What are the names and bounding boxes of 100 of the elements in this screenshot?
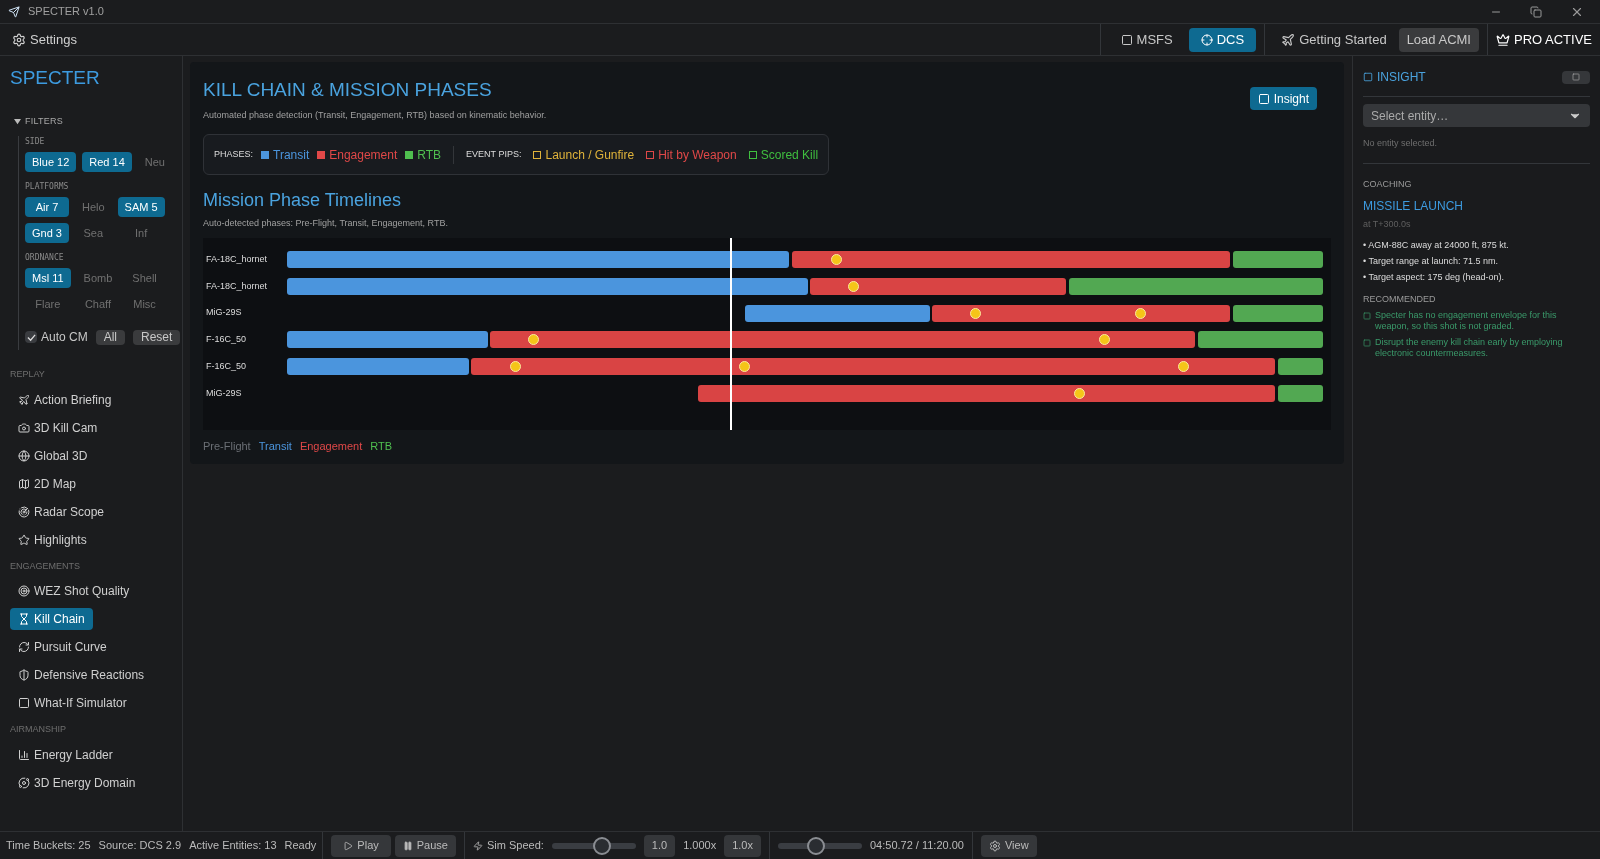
lightning-icon bbox=[472, 840, 483, 851]
filter-chip[interactable]: Helo bbox=[74, 197, 112, 217]
nav-item[interactable]: Energy Ladder bbox=[10, 743, 121, 766]
filter-chip[interactable]: Air 7 bbox=[25, 197, 69, 217]
legend-text: Engagement bbox=[329, 146, 398, 164]
orbit-icon bbox=[18, 776, 30, 789]
plane-icon bbox=[18, 393, 30, 406]
filter-chip[interactable]: Misc bbox=[125, 294, 164, 314]
pause-button[interactable]: Pause bbox=[394, 834, 456, 857]
crosshair-icon bbox=[1200, 33, 1213, 46]
phase-key-text: Transit bbox=[258, 438, 292, 454]
status-text: Time Buckets: 25 bbox=[6, 838, 91, 854]
nav-section-label: ENGAGEMENTS bbox=[10, 559, 81, 573]
event-pip bbox=[1098, 334, 1110, 346]
hourglass-icon bbox=[18, 613, 30, 625]
phase-key-text: Engagement bbox=[299, 438, 363, 454]
event-pip bbox=[848, 281, 860, 293]
legend-label: PHASES: bbox=[214, 147, 253, 161]
coaching-title: MISSILE LAUNCH bbox=[1363, 198, 1465, 215]
filter-chip[interactable]: Shell bbox=[125, 268, 164, 288]
section-title: Mission Phase Timelines bbox=[203, 189, 403, 212]
filter-chip[interactable]: Neu bbox=[137, 152, 172, 172]
nav-item[interactable]: What-If Simulator bbox=[10, 692, 135, 714]
legend-text: Hit by Weapon bbox=[658, 146, 737, 164]
reset-button[interactable]: Reset bbox=[133, 329, 181, 345]
filter-chip[interactable]: Chaff bbox=[76, 294, 120, 314]
insight-button[interactable]: Insight bbox=[1249, 87, 1317, 110]
filter-chip[interactable]: Sea bbox=[74, 223, 112, 243]
window-title: SPECTER v1.0 bbox=[28, 4, 104, 20]
nav-item[interactable]: Defensive Reactions bbox=[10, 664, 153, 686]
legend-text: RTB bbox=[417, 146, 442, 164]
all-button[interactable]: All bbox=[95, 329, 126, 345]
coaching-label: COACHING bbox=[1363, 177, 1413, 191]
sim-speed-label: Sim Speed: bbox=[472, 837, 544, 854]
status-text: Ready bbox=[284, 838, 317, 854]
globe-icon bbox=[18, 449, 30, 462]
nav-item[interactable]: WEZ Shot Quality bbox=[10, 580, 138, 602]
square-icon bbox=[1363, 312, 1371, 320]
view-button[interactable]: View bbox=[980, 834, 1037, 857]
slider-thumb[interactable] bbox=[806, 836, 825, 855]
nav-section-label: AIRMANSHIP bbox=[10, 723, 67, 736]
load-acmi-button[interactable]: Load ACMI bbox=[1398, 27, 1479, 52]
panel-toggle-button[interactable] bbox=[1562, 70, 1590, 84]
settings-icon bbox=[988, 839, 1001, 852]
event-pip bbox=[1135, 307, 1147, 319]
status-text: Source: DCS 2.9 bbox=[98, 838, 182, 854]
settings-button[interactable]: Settings bbox=[0, 29, 89, 50]
nav-item[interactable]: Highlights bbox=[10, 528, 95, 551]
pause-icon bbox=[402, 840, 413, 851]
coaching-bullet: • Target range at launch: 71.5 nm. bbox=[1363, 254, 1500, 268]
nav-section-label: REPLAY bbox=[10, 368, 46, 381]
play-button[interactable]: Play bbox=[331, 834, 391, 857]
square-icon bbox=[1572, 73, 1580, 81]
play-icon bbox=[343, 840, 354, 851]
recommendation-text: Disrupt the enemy kill chain early by employing electronic countermeasures. bbox=[1375, 337, 1564, 359]
nav-item[interactable]: Radar Scope bbox=[10, 500, 113, 523]
event-pip bbox=[1177, 361, 1189, 373]
filter-chip[interactable]: Msl 11 bbox=[25, 268, 71, 288]
nav-item[interactable]: Pursuit Curve bbox=[10, 636, 115, 658]
auto-cm-checkbox[interactable]: Auto CM bbox=[25, 328, 88, 346]
phase-key-text: Pre-Flight bbox=[203, 438, 251, 454]
sim-tab[interactable]: MSFS bbox=[1108, 27, 1185, 52]
recommendation-text: Specter has no engagement envelope for this weapon, so this shot is not graded. bbox=[1375, 310, 1558, 332]
event-pip bbox=[1074, 387, 1086, 399]
square-icon bbox=[1363, 339, 1371, 347]
nav-item[interactable]: 2D Map bbox=[10, 472, 85, 495]
crown-icon bbox=[1495, 32, 1510, 47]
event-pip bbox=[970, 307, 982, 319]
camera-icon bbox=[18, 421, 30, 434]
speed-preset-button[interactable]: 1.0x bbox=[724, 834, 761, 857]
pro-status-label: PRO ACTIVE bbox=[1495, 29, 1592, 50]
nav-item[interactable]: Kill Chain bbox=[10, 608, 93, 630]
entity-label: MiG-29S bbox=[205, 306, 243, 320]
restore-icon[interactable] bbox=[1530, 5, 1542, 18]
speed-input[interactable]: 1.0 bbox=[643, 834, 676, 857]
square-icon bbox=[18, 697, 30, 709]
slider-thumb[interactable] bbox=[593, 836, 612, 855]
page-title: KILL CHAIN & MISSION PHASES bbox=[203, 78, 493, 102]
legend-text: Launch / Gunfire bbox=[545, 146, 635, 164]
coaching-bullet: • Target aspect: 175 deg (head-on). bbox=[1363, 270, 1506, 284]
entity-label: F-16C_50 bbox=[205, 333, 248, 347]
filter-chip[interactable]: Flare bbox=[25, 294, 71, 314]
playback-time: 04:50.72 / 11:20.00 bbox=[869, 838, 964, 854]
filter-chip[interactable]: SAM 5 bbox=[117, 197, 165, 217]
speed-reading: 1.000x bbox=[683, 838, 717, 854]
filters-toggle[interactable]: FILTERS bbox=[14, 114, 172, 128]
sim-tab[interactable]: DCS bbox=[1188, 27, 1257, 52]
filter-chip[interactable]: Blue 12 bbox=[25, 152, 77, 172]
filter-chip[interactable]: Gnd 3 bbox=[25, 223, 69, 243]
getting-started-button[interactable]: Getting Started bbox=[1269, 29, 1399, 50]
entity-select[interactable]: Select entity… bbox=[1363, 104, 1590, 127]
nav-item[interactable]: Action Briefing bbox=[10, 388, 120, 411]
nav-item[interactable]: 3D Kill Cam bbox=[10, 416, 106, 439]
filter-chip[interactable]: Red 14 bbox=[82, 152, 132, 172]
filter-chip[interactable]: Bomb bbox=[76, 268, 120, 288]
filter-group-label: PLATFORMS bbox=[25, 181, 70, 193]
filter-chip[interactable]: Inf bbox=[117, 223, 165, 243]
nav-item[interactable]: 3D Energy Domain bbox=[10, 771, 144, 794]
nav-item[interactable]: Global 3D bbox=[10, 444, 96, 467]
event-pip bbox=[528, 334, 540, 346]
